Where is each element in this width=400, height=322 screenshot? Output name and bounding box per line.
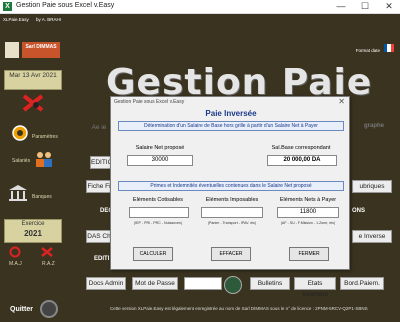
paie-inverse-dialog: Gestion Paie sous Excel v.Easy ✕ Paie In… [110,96,350,270]
quitter-label[interactable]: Quitter [10,306,33,313]
french-flag-icon[interactable] [384,44,394,52]
company-name: Sarl DIMMAS [22,42,60,58]
menu-label-ons: ONS [352,208,366,214]
net-label: Salaire Net proposé [135,145,185,151]
banques-label[interactable]: Banques [32,194,52,200]
xlpaie-logo-icon [22,94,44,112]
effacer-button[interactable]: EFFACER [211,247,251,261]
net-input[interactable]: 30000 [127,155,193,166]
menu-item-das[interactable]: DAS Ch [86,230,112,243]
sidebar: XLPaie.Easy by A. BRAHI Sarl DIMMAS Mar … [0,14,66,322]
menu-item-inverse[interactable]: e Inverse [352,230,392,243]
gear-icon[interactable] [10,124,30,142]
base-label: Sal.Base correspondant [271,145,331,151]
mot-de-passe-button[interactable]: Mot de Passe [132,277,178,290]
nets-input[interactable]: 11800 [277,207,339,218]
exercice-label: Exercice [21,221,45,227]
dialog-subtitle: Détermination d'un Salaire de Base hors … [118,121,344,131]
excel-icon: X [3,2,12,11]
password-input[interactable] [184,277,222,290]
dialog-close-icon[interactable]: ✕ [338,97,345,106]
menu-item-fiche[interactable]: Fiche Fi [86,180,112,193]
format-date-label: Format date [355,48,380,53]
sidebar-author: by A. BRAHI [36,17,62,22]
salaries-label[interactable]: Salariés [12,158,30,164]
col3-hint: (AF - SU - F.Mission - 1.Zone, etc) [280,221,336,225]
etats-virement-button[interactable]: Etats Virement [294,277,336,298]
raz-label[interactable]: R.A.Z [42,261,55,267]
cotisables-input[interactable] [129,207,189,218]
maximize-button[interactable]: ☐ [354,0,376,14]
menu-label-edition-2: EDITI [94,256,110,262]
col1-label: Eléments Cotisables [132,197,184,203]
primes-section-title: Primes et Indemnités éventuelles contenu… [118,181,344,191]
settings-gear-icon[interactable] [224,276,242,294]
reset-icon[interactable] [40,246,54,258]
base-output: 20 000,00 DA [267,155,337,166]
docs-admin-button[interactable]: Docs Admin [86,277,126,290]
users-icon[interactable] [34,150,54,168]
col2-label: Eléments Imposables [205,197,259,203]
close-button[interactable]: ✕ [378,0,400,14]
dialog-heading: Paie Inversée [205,109,257,118]
license-footer: Cette version XLPaie.Easy est légalement… [110,306,368,311]
date-display: Mar 13 Avr 2021 [4,70,62,90]
bord-paiem-button[interactable]: Bord.Paiem. [340,277,384,290]
parametres-label[interactable]: Paramètres [32,134,58,140]
exercice-box[interactable]: Exercice 2021 [4,219,62,243]
power-icon[interactable] [40,300,58,318]
bank-icon[interactable] [8,184,28,202]
menu-label-graphe: graphe [364,123,385,129]
bulletins-button[interactable]: Bulletins [250,277,290,290]
refresh-icon[interactable] [8,246,22,258]
company-logo [5,42,19,58]
sidebar-app-name: XLPaie.Easy [3,17,29,22]
menu-item-hidden-1[interactable]: Ae ie [86,122,112,135]
calculer-button[interactable]: CALCULER [133,247,173,261]
title-bar: X Gestion Paie sous Excel v.Easy — ☐ ✕ [0,0,400,14]
menu-item-edition-1[interactable]: EDITIO [90,156,113,169]
window-title: Gestion Paie sous Excel v.Easy [16,2,115,9]
fermer-button[interactable]: FERMER [289,247,329,261]
col2-hint: (Panier - Transport - IPAV. etc) [207,221,257,225]
col3-label: Eléments Nets à Payer [279,197,337,203]
col1-hint: (IEP - PRI - PRC - Nuisances) [133,221,183,225]
imposables-input[interactable] [201,207,263,218]
minimize-button[interactable]: — [330,0,352,14]
menu-item-rubriques[interactable]: ubriques [352,180,392,193]
exercice-year: 2021 [24,229,42,238]
maj-label[interactable]: M.A.J [9,261,22,267]
dialog-title: Gestion Paie sous Excel v.Easy [114,99,185,105]
